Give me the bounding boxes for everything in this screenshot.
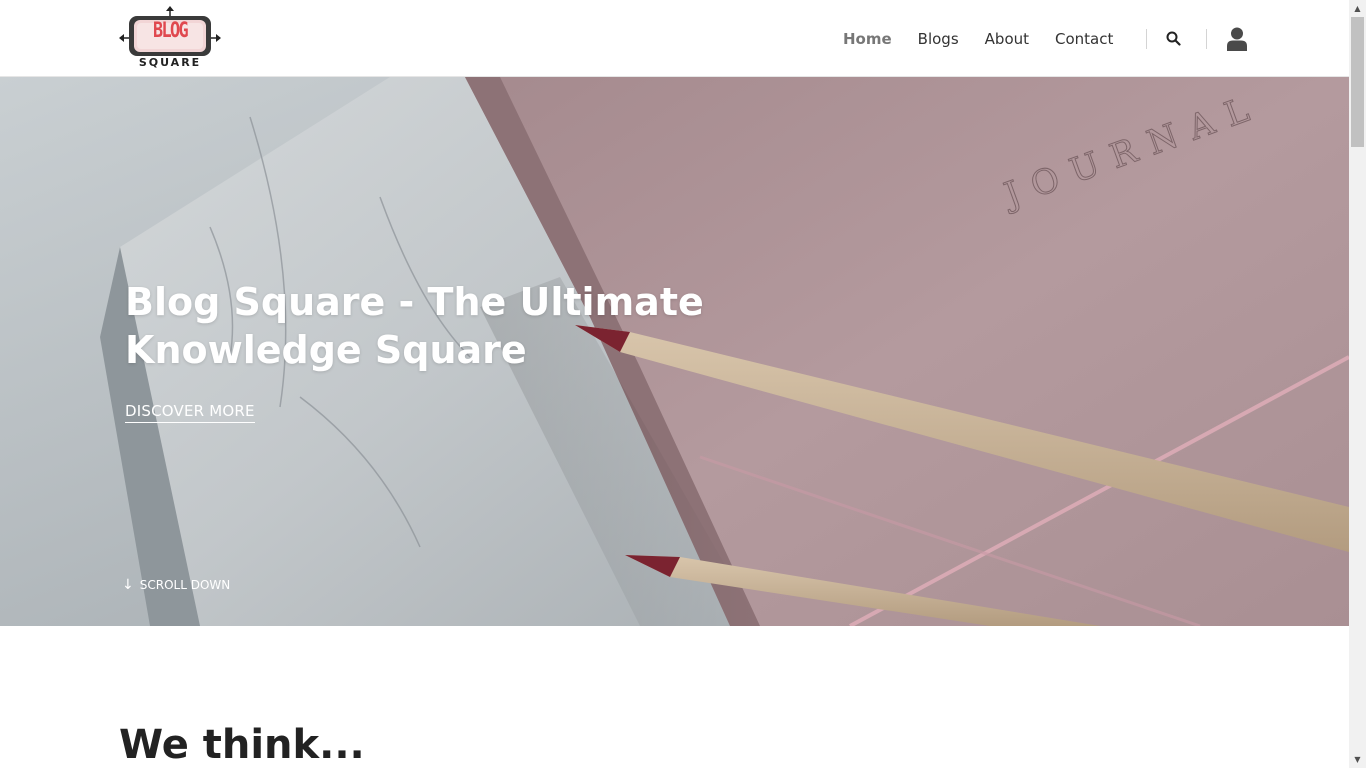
hero-section: JOURNAL Blog Square - The Ultimate Knowl… xyxy=(0,77,1349,626)
logo-square-text: SQUARE xyxy=(138,56,202,69)
site-header: BLOG SQUARE Home Blogs About Contact xyxy=(0,0,1349,77)
hero-title: Blog Square - The Ultimate Knowledge Squ… xyxy=(125,280,704,372)
scroll-down-label: SCROLL DOWN xyxy=(139,578,231,592)
scroll-down-arrow-icon[interactable]: ▼ xyxy=(1349,751,1366,768)
arrow-down-icon: ↓ xyxy=(122,577,134,593)
search-button[interactable] xyxy=(1153,19,1193,59)
scroll-up-arrow-icon[interactable]: ▲ xyxy=(1349,0,1366,17)
nav-contact[interactable]: Contact xyxy=(1055,30,1113,48)
nav-blogs[interactable]: Blogs xyxy=(918,30,959,48)
search-icon xyxy=(1166,31,1181,46)
user-button[interactable] xyxy=(1217,19,1257,59)
logo-blog-text: BLOG xyxy=(152,18,189,42)
scroll-down-link[interactable]: ↓ SCROLL DOWN xyxy=(122,577,230,593)
nav-divider xyxy=(1206,28,1208,49)
site-logo[interactable]: BLOG SQUARE xyxy=(119,6,221,70)
nav-about[interactable]: About xyxy=(985,30,1029,48)
nav-home[interactable]: Home xyxy=(843,30,892,48)
main-nav: Home Blogs About Contact xyxy=(830,0,1257,77)
page-scrollbar[interactable]: ▲ ▼ xyxy=(1349,0,1366,768)
discover-more-link[interactable]: DISCOVER MORE xyxy=(125,402,255,423)
user-icon xyxy=(1227,27,1248,51)
section-title: We think... xyxy=(119,722,365,768)
nav-divider xyxy=(1146,28,1148,49)
scrollbar-thumb[interactable] xyxy=(1351,17,1364,147)
